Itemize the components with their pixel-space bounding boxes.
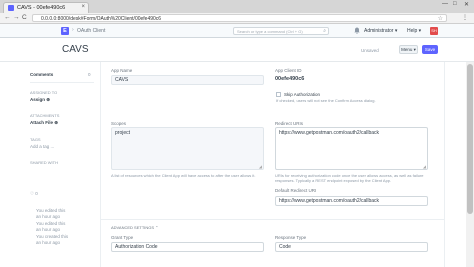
- forward-icon[interactable]: →: [13, 14, 20, 21]
- redirect-uris-value: https://www.getpostman.com/oauth2/callba…: [279, 130, 380, 136]
- app-navbar: E › OAuth Client Search or type a comman…: [0, 24, 474, 38]
- skip-authorization-checkbox[interactable]: [276, 92, 281, 97]
- scopes-description: A list of resources which the Client App…: [111, 173, 256, 178]
- assign-link[interactable]: Assign ⊕: [30, 97, 50, 103]
- tab-title: CAVS - 00efe490c6: [17, 5, 66, 11]
- add-tag-link[interactable]: Add a tag ...: [30, 144, 54, 149]
- menu-button[interactable]: Menu ▾: [399, 45, 418, 54]
- timeline-created-time: an hour ago: [36, 240, 61, 245]
- address-bar: ← → C 0.0.0.0:8000/desk#Form/OAuth%20Cli…: [0, 13, 474, 24]
- resize-handle-icon[interactable]: ◢: [259, 164, 262, 169]
- app-logo[interactable]: E: [61, 27, 69, 35]
- attachments-label: ATTACHMENTS: [30, 113, 60, 118]
- search-placeholder: Search or type a command (Ctrl + G): [237, 29, 303, 34]
- scopes-label: Scopes: [111, 121, 127, 126]
- tab-close-icon[interactable]: ×: [81, 4, 85, 10]
- default-redirect-uri-input[interactable]: https://www.getpostman.com/oauth2/callba…: [275, 196, 428, 206]
- maximize-icon[interactable]: □: [453, 1, 457, 7]
- timeline-edited-time-1: an hour ago: [36, 214, 61, 219]
- comments-count: 0: [88, 72, 91, 77]
- minimize-icon[interactable]: —: [442, 1, 448, 7]
- skip-authorization-label[interactable]: Skip Authorization: [284, 92, 320, 97]
- favicon-icon: [8, 5, 14, 11]
- browser-menu-icon[interactable]: ⋮: [462, 14, 468, 21]
- app-name-label: App Name: [111, 68, 133, 73]
- breadcrumb[interactable]: OAuth Client: [77, 28, 105, 34]
- bell-icon[interactable]: [354, 27, 360, 36]
- response-type-select[interactable]: Code: [275, 242, 428, 252]
- back-icon[interactable]: ←: [4, 14, 11, 21]
- browser-tab[interactable]: CAVS - 00efe490c6 ×: [3, 2, 89, 13]
- timeline-created: You created this: [36, 234, 69, 239]
- skip-authorization-description: If checked, users will not see the Confi…: [276, 98, 376, 103]
- tags-label: TAGS: [30, 137, 41, 142]
- timeline-edited-2: You edited this: [36, 221, 66, 226]
- sidebar-divider: [30, 82, 94, 83]
- app-client-id-value: 00efe490c6: [275, 76, 305, 82]
- user-menu[interactable]: Administrator ▾: [364, 28, 397, 34]
- redirect-uris-description: URIs for receiving authorization code on…: [275, 173, 424, 183]
- page-head: CAVS Unsaved Menu ▾ Save: [0, 38, 474, 62]
- page-scrollbar[interactable]: [466, 62, 474, 267]
- url-input[interactable]: 0.0.0.0:8000/desk#Form/OAuth%20Client/00…: [32, 14, 447, 22]
- search-input[interactable]: Search or type a command (Ctrl + G) ⌕: [233, 27, 329, 35]
- bookmark-star-icon[interactable]: ☆: [438, 15, 443, 22]
- grant-type-label: Grant Type: [111, 235, 134, 240]
- likes-count[interactable]: ♡ 0: [30, 191, 38, 197]
- help-menu[interactable]: Help ▾: [407, 28, 421, 34]
- grant-type-select[interactable]: Authorization Code: [111, 242, 264, 252]
- resize-handle-icon[interactable]: ◢: [423, 164, 426, 169]
- doc-status: Unsaved: [361, 48, 379, 53]
- advanced-settings-toggle[interactable]: ADVANCED SETTINGS ⌃: [111, 225, 159, 230]
- save-button[interactable]: Save: [422, 45, 438, 54]
- shared-with-label: SHARED WITH: [30, 160, 58, 165]
- assigned-to-label: ASSIGNED TO: [30, 90, 58, 95]
- attach-file-link[interactable]: Attach File ⊕: [30, 120, 58, 126]
- app-client-id-label: App Client ID: [275, 68, 302, 73]
- browser-tabstrip: CAVS - 00efe490c6 × — □ ✕: [0, 0, 474, 13]
- close-window-icon[interactable]: ✕: [464, 1, 469, 8]
- timeline-edited-1: You edited this: [36, 208, 66, 213]
- reload-icon[interactable]: C: [22, 14, 27, 21]
- scopes-value: project: [115, 130, 131, 136]
- page-title: CAVS: [62, 44, 89, 55]
- redirect-uris-textarea[interactable]: https://www.getpostman.com/oauth2/callba…: [275, 127, 428, 170]
- response-type-label: Response Type: [275, 235, 307, 240]
- comments-label[interactable]: Comments: [30, 72, 53, 77]
- timeline-edited-time-2: an hour ago: [36, 227, 61, 232]
- breadcrumb-chevron-icon: ›: [72, 27, 74, 33]
- scrollbar-thumb[interactable]: [467, 64, 473, 214]
- section-divider: [101, 219, 444, 220]
- search-icon: ⌕: [323, 28, 326, 34]
- app-name-input[interactable]: CAVS: [111, 75, 264, 85]
- avatar[interactable]: SH: [430, 27, 438, 35]
- scopes-textarea[interactable]: project ◢: [111, 127, 264, 170]
- url-text: 0.0.0.0:8000/desk#Form/OAuth%20Client/00…: [41, 16, 162, 22]
- default-redirect-uri-label: Default Redirect URI: [275, 188, 317, 193]
- redirect-uris-label: Redirect URIs: [275, 121, 304, 126]
